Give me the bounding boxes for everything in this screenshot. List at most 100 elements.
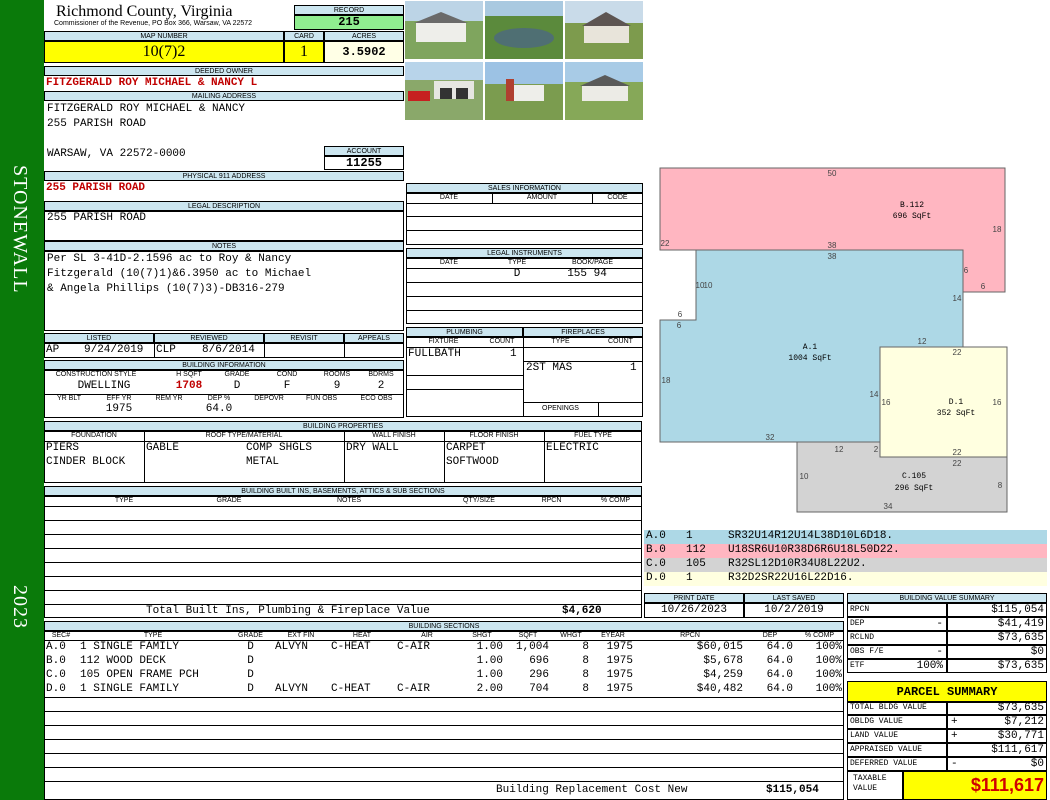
sketch-legend-row: D.0 1 R32D2SR22U16L22D16. [644,572,1047,586]
dim-label: 12 [918,337,927,346]
deeded-owner-label: DEEDED OWNER [44,66,404,76]
bp-foundation-1: PIERS [46,442,80,454]
photo-house-yard [565,62,643,120]
dim-label: 50 [828,169,837,178]
bi-h-bdrms: BDRMS [368,371,394,378]
ps-value-text: $73,635 [997,702,1044,714]
last-saved-label: LAST SAVED [744,593,844,603]
section-cell: 64.0 [766,641,793,653]
section-header: % COMP [804,632,835,639]
section-cell: 105 OPEN FRAME PCH [80,669,199,681]
section-cell: 1975 [606,655,633,667]
section-cell: D [247,655,254,667]
taxable-value: $111,617 [903,771,1047,800]
listed-date: 9/24/2019 [84,344,144,356]
li-h-type: TYPE [507,259,527,266]
bi-h-grade: GRADE [224,371,250,378]
bi-h-dep: DEP % [207,395,231,402]
section-cell: 64.0 [766,683,793,695]
value-summary-label: RPCN [847,603,947,617]
print-date-value: 10/26/2023 [660,604,727,616]
dim-label: 6 [677,321,682,330]
value-summary-title: BUILDING VALUE SUMMARY [847,593,1047,603]
dim-label: 12 [835,445,844,454]
photo-house-front [405,1,483,59]
bi-h-yrblt: YR BLT [57,395,81,402]
fp-type: 2ST MAS [526,362,573,374]
last-saved-value: 10/2/2019 [764,604,824,616]
mailing-line-2: 255 PARISH ROAD [47,118,147,130]
section-cell: 1 SINGLE FAMILY [80,641,180,653]
deeded-owner-value: FITZGERALD ROY MICHAEL & NANCY L [46,77,258,89]
sketch-label-c-area: 296 SqFt [895,484,933,493]
district-name: STONEWALL [9,165,31,294]
value-summary-label: DEP - [847,617,947,631]
bi-hsqft: 1708 [175,380,203,392]
section-cell: B.0 [46,655,66,667]
bi-h-depovr: DEPOVR [254,395,284,402]
dim-label: 22 [953,448,962,457]
section-cell: 1 SINGLE FAMILY [80,683,180,695]
section-cell: 1.00 [476,641,503,653]
bi2-h-type: TYPE [114,497,134,504]
builtins-total-label: Total Built Ins, Plumbing & Fireplace Va… [146,605,430,617]
dim-label: 22 [953,348,962,357]
building-sketch: B.112 696 SqFt A.1 1004 SqFt D.1 352 SqF… [659,167,1008,513]
sketch-legend-row: C.0 105 R32SL12D10R34U8L22U2. [644,558,1047,572]
legend-path: SR32U14R12U14L38D10L6D18. [728,530,894,542]
li-type: D [513,268,521,280]
section-header: SQFT [518,632,538,639]
legend-number: 1 [686,572,693,584]
parcel-summary-value: - $0 [947,757,1047,771]
acres-value: 3.5902 [324,41,404,63]
ps-sign: - [951,758,958,770]
sales-h-date: DATE [439,194,459,201]
bp-foundation-2: CINDER BLOCK [46,456,126,468]
bi-h-effyr: EFF YR [106,395,132,402]
section-cell: C-AIR [397,641,431,653]
print-date-label: PRINT DATE [644,593,744,603]
pl-count: 1 [510,348,517,360]
bp-fuel: ELECTRIC [546,442,599,454]
map-number-label: MAP NUMBER [44,31,284,41]
parcel-summary-value: $73,635 [947,701,1047,715]
record-value: 215 [294,15,404,30]
parcel-summary-title: PARCEL SUMMARY [847,681,1047,703]
value-summary-value: $73,635 [947,659,1047,673]
sketch-label-b-code: B.112 [900,201,924,210]
bi-h-funobs: FUN OBS [305,395,338,402]
bi-style: DWELLING [77,380,131,392]
appeals-label: APPEALS [344,333,404,343]
section-cell: 1,004 [515,641,549,653]
section-cell: $4,259 [703,669,743,681]
dim-label: 18 [993,225,1002,234]
pl-h-count: COUNT [489,338,515,345]
vs-label-text: ETF [850,661,865,670]
legend-section: A.0 [646,530,666,542]
dim-label: 18 [662,376,671,385]
section-cell: $5,678 [703,655,743,667]
sales-title: SALES INFORMATION [406,183,643,193]
section-cell: 64.0 [766,669,793,681]
dim-label: 22 [661,239,670,248]
dim-label: 38 [828,252,837,261]
li-h-bookpage: BOOK/PAGE [571,259,614,266]
acres-label: ACRES [324,31,404,41]
section-cell: C-HEAT [331,683,371,695]
builtins-total-value: $4,620 [562,605,602,617]
parcel-summary-label: DEFERRED VALUE [847,757,947,771]
bi-h-remyr: REM YR [155,395,183,402]
bi-h-ecoobs: ECO OBS [360,395,393,402]
ps-value-text: $111,617 [991,744,1044,756]
reviewed-by: CLP [156,344,176,356]
notes-text: Per SL 3-41D-2.1596 ac to Roy & Nancy Fi… [47,252,311,297]
replacement-cost-label: Building Replacement Cost New [496,784,688,796]
section-cell: 1.00 [476,655,503,667]
sketch-label-d-area: 352 SqFt [937,409,975,418]
sales-h-amount: AMOUNT [526,194,558,201]
section-cell: 1975 [606,683,633,695]
legal-description-value: 255 PARISH ROAD [47,212,147,224]
sketch-label-d-code: D.1 [949,398,964,407]
sales-h-code: CODE [607,194,628,201]
photo-house-side [565,1,643,59]
